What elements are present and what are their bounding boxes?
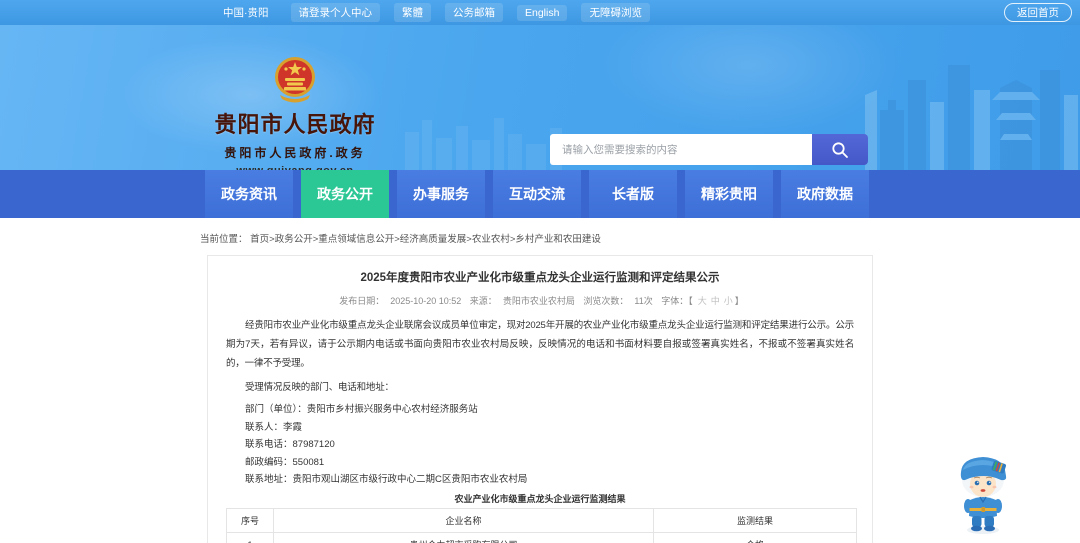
top-utility-bar: 中国·贵阳 请登录个人中心 繁體 公务邮箱 English 无障碍浏览 返回首页 (0, 0, 1080, 25)
nav-item-gov-disclosure[interactable]: 政务公开 (301, 170, 389, 218)
breadcrumb-label: 当前位置： (200, 234, 248, 245)
contact-postcode: 邮政编码：550081 (245, 456, 325, 468)
font-size-medium-button[interactable]: 中 (711, 296, 720, 306)
contact-address: 联系地址：贵阳市观山湖区市级行政中心二期C区贵阳市农业农村局 (245, 474, 528, 485)
page: 中国·贵阳 请登录个人中心 繁體 公务邮箱 English 无障碍浏览 返回首页 (0, 0, 1080, 543)
monitoring-result-table: 序号 企业名称 监测结果 1 贵州合力超市采购有限公司 合格 2 贵州友禾种业有… (226, 507, 857, 543)
views-count: 11次 (634, 296, 653, 306)
article-paragraph: 受理情况反映的部门、电话和地址： (245, 382, 394, 393)
publish-date: 2025-10-20 10:52 (390, 296, 462, 306)
return-home-button[interactable]: 返回首页 (1004, 3, 1072, 22)
nav-item-services[interactable]: 办事服务 (397, 170, 485, 218)
site-logo[interactable]: 贵阳市人民政府 贵阳市人民政府.政务 www.guiyang.gov.cn (205, 55, 385, 170)
topbar-link-traditional-chinese[interactable]: 繁體 (394, 3, 431, 22)
topbar-link-english[interactable]: English (517, 4, 568, 21)
article-title: 2025年度贵阳市农业产业化市级重点龙头企业运行监测和评定结果公示 (360, 272, 720, 284)
source-label: 来源： (469, 296, 497, 306)
site-subtitle: 贵阳市人民政府.政务 (224, 146, 366, 160)
contact-department: 部门（单位）：贵阳市乡村振兴服务中心农村经济服务站 (245, 404, 478, 415)
site-title: 贵阳市人民政府 (214, 112, 376, 137)
search-input[interactable] (550, 134, 812, 165)
topbar-link-china-guiyang[interactable]: 中国·贵阳 (215, 3, 277, 22)
nav-item-wonderful-guiyang[interactable]: 精彩贵阳 (685, 170, 773, 218)
row-no: 1 (226, 531, 274, 543)
article-card: 2025年度贵阳市农业产业化市级重点龙头企业运行监测和评定结果公示 发布日期： 2… (207, 255, 873, 543)
search-icon (832, 141, 848, 158)
contact-phone: 联系电话：87987120 (245, 439, 335, 450)
font-size-label: 字体：【 (661, 296, 693, 306)
table-header-company: 企业名称 (273, 507, 654, 533)
views-label: 浏览次数： (583, 296, 629, 306)
national-emblem-icon (275, 57, 315, 103)
nav-item-gov-data[interactable]: 政府数据 (781, 170, 869, 218)
search-button[interactable] (812, 134, 868, 165)
site-header: 贵阳市人民政府 贵阳市人民政府.政务 www.guiyang.gov.cn 热搜… (0, 25, 1080, 170)
table-header-result: 监测结果 (653, 507, 857, 533)
font-size-small-button[interactable]: 小 (724, 296, 733, 306)
monitoring-table-title: 农业产业化市级重点龙头企业运行监测结果 (454, 493, 626, 504)
city-skyline-decoration (405, 118, 562, 170)
main-nav: 政务资讯 政务公开 办事服务 互动交流 长者版 精彩贵阳 政府数据 (0, 170, 1080, 218)
nav-item-interaction[interactable]: 互动交流 (493, 170, 581, 218)
table-header-no: 序号 (226, 507, 274, 533)
breadcrumb: 当前位置： 首页>政务公开>重点领域信息公开>经济高质量发展>农业农村>乡村产业… (200, 231, 601, 245)
publish-date-label: 发布日期： (339, 296, 385, 306)
table-row: 1 贵州合力超市采购有限公司 合格 (226, 531, 857, 543)
topbar-link-login-personal-center[interactable]: 请登录个人中心 (290, 3, 380, 22)
article-meta: 发布日期： 2025-10-20 10:52 来源： 贵阳市农业农村局 浏览次数： 1… (226, 294, 854, 307)
mascot[interactable] (950, 450, 1016, 536)
row-company-name: 贵州合力超市采购有限公司 (273, 531, 654, 543)
topbar-link-official-mail[interactable]: 公务邮箱 (445, 3, 503, 22)
city-skyline-pagoda-decoration (865, 65, 1078, 170)
font-size-label-close: 】 (734, 296, 744, 306)
contact-person: 联系人：李霞 (245, 421, 303, 433)
topbar-link-accessibility[interactable]: 无障碍浏览 (581, 3, 650, 22)
breadcrumb-path[interactable]: 首页>政务公开>重点领域信息公开>经济高质量发展>农业农村>乡村产业和农田建设 (250, 234, 601, 245)
nav-item-news[interactable]: 政务资讯 (205, 170, 293, 218)
source: 贵阳市农业农村局 (502, 296, 575, 306)
row-result: 合格 (653, 531, 857, 543)
nav-item-senior-version[interactable]: 长者版 (589, 170, 677, 218)
article-paragraph: 经贵阳市农业产业化市级重点龙头企业联席会议成员单位审定，现对2025年开展的农业… (226, 320, 854, 369)
font-size-large-button[interactable]: 大 (698, 296, 707, 306)
table-header-row: 序号 企业名称 监测结果 (226, 507, 857, 533)
